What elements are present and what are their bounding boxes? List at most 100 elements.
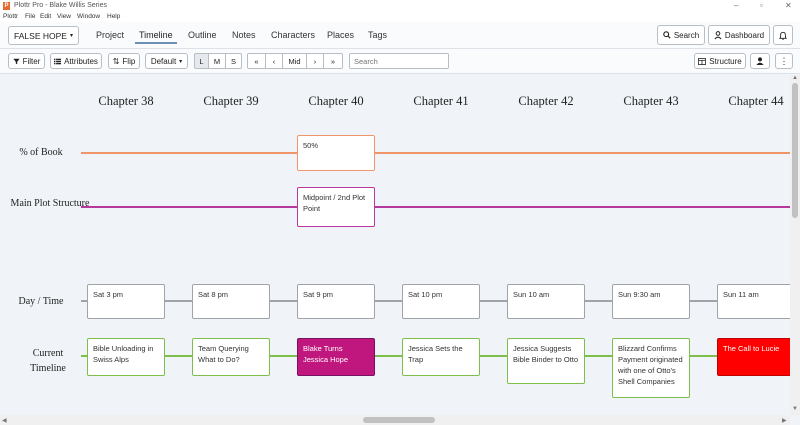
- tab-timeline[interactable]: Timeline: [135, 28, 177, 44]
- chevron-right-icon: ›: [313, 56, 317, 66]
- vertical-scroll-thumb[interactable]: [792, 83, 798, 218]
- tab-characters[interactable]: Characters: [267, 28, 319, 42]
- timeline-search-input[interactable]: [349, 53, 449, 69]
- menu-edit[interactable]: Edit: [40, 13, 51, 20]
- chapter-header[interactable]: Chapter 43: [606, 94, 696, 109]
- plot-point-card[interactable]: Midpoint / 2nd Plot Point: [297, 187, 375, 227]
- flip-button[interactable]: ⇅ Flip: [108, 53, 140, 69]
- person-icon: [756, 57, 764, 65]
- bell-icon: [779, 31, 787, 40]
- search-button-label: Search: [673, 30, 700, 40]
- size-small-button[interactable]: S: [226, 53, 242, 69]
- chapter-header[interactable]: Chapter 44: [711, 94, 790, 109]
- search-button[interactable]: Search: [657, 25, 705, 45]
- day-time-card[interactable]: Sat 10 pm: [402, 284, 480, 319]
- book-selector-dropdown[interactable]: FALSE HOPE ▾: [8, 26, 79, 45]
- scene-card[interactable]: Team Querying What to Do?: [192, 338, 270, 376]
- filter-button-label: Filter: [22, 56, 41, 66]
- scroll-start-button[interactable]: «: [247, 53, 266, 69]
- scene-card-red[interactable]: The Call to Lucie: [717, 338, 790, 376]
- row-label-main-plot-structure[interactable]: Main Plot Structure: [10, 197, 90, 211]
- menu-plottr[interactable]: Plottr: [3, 13, 18, 20]
- window-title: Plottr Pro - Blake Willis Series: [14, 2, 107, 9]
- day-time-card[interactable]: Sun 9:30 am: [612, 284, 690, 319]
- menu-view[interactable]: View: [57, 13, 71, 20]
- double-chevron-left-icon: «: [254, 56, 259, 66]
- title-bar: P Plottr Pro - Blake Willis Series – ▫ ✕: [0, 0, 800, 12]
- percent-card[interactable]: 50%: [297, 135, 375, 171]
- structure-button[interactable]: Structure: [694, 53, 746, 69]
- menu-window[interactable]: Window: [77, 13, 100, 20]
- attributes-button[interactable]: Attributes: [50, 53, 102, 69]
- default-view-dropdown[interactable]: Default ▾: [145, 53, 188, 69]
- attributes-button-label: Attributes: [64, 56, 98, 66]
- user-icon: [714, 30, 722, 39]
- row-label-day-time[interactable]: Day / Time: [0, 296, 82, 307]
- day-time-card[interactable]: Sat 9 pm: [297, 284, 375, 319]
- scroll-end-button[interactable]: »: [324, 53, 343, 69]
- close-icon[interactable]: ✕: [785, 1, 792, 10]
- search-icon: [663, 31, 671, 39]
- filter-button[interactable]: Filter: [8, 53, 45, 69]
- scroll-left-icon[interactable]: ◀: [2, 417, 7, 424]
- characters-toggle-button[interactable]: [750, 53, 770, 69]
- dashboard-button-label: Dashboard: [724, 30, 765, 40]
- chapter-header[interactable]: Chapter 41: [396, 94, 486, 109]
- horizontal-scrollbar[interactable]: ◀ ▶: [0, 415, 790, 425]
- size-large-button[interactable]: L: [194, 53, 209, 69]
- tab-outline[interactable]: Outline: [184, 28, 221, 42]
- more-options-button[interactable]: ⋮: [775, 53, 793, 69]
- tab-places[interactable]: Places: [323, 28, 358, 42]
- main-plot-line: [81, 206, 790, 208]
- scroll-mid-button[interactable]: Mid: [283, 53, 307, 69]
- day-time-card[interactable]: Sun 11 am: [717, 284, 790, 319]
- scroll-left-button[interactable]: ‹: [266, 53, 283, 69]
- scroll-right-button[interactable]: ›: [307, 53, 324, 69]
- double-chevron-right-icon: »: [330, 56, 336, 66]
- horizontal-scroll-thumb[interactable]: [363, 417, 435, 423]
- scene-card-highlighted[interactable]: Blake Turns Jessica Hope: [297, 338, 375, 376]
- day-time-card[interactable]: Sun 10 am: [507, 284, 585, 319]
- day-time-card[interactable]: Sat 3 pm: [87, 284, 165, 319]
- book-selector-label: FALSE HOPE: [14, 30, 67, 41]
- structure-icon: [698, 57, 707, 65]
- scroll-right-icon[interactable]: ▶: [782, 417, 787, 424]
- menu-file[interactable]: File: [25, 13, 35, 20]
- timeline-toolbar: Filter Attributes ⇅ Flip Default ▾ L M S…: [0, 49, 800, 74]
- scene-card[interactable]: Blizzard Confirms Payment originated wit…: [612, 338, 690, 398]
- scene-card[interactable]: Jessica Suggests Bible Binder to Otto: [507, 338, 585, 384]
- chevron-left-icon: ‹: [272, 56, 276, 66]
- dashboard-button[interactable]: Dashboard: [708, 25, 770, 45]
- day-time-card[interactable]: Sat 8 pm: [192, 284, 270, 319]
- default-view-label: Default: [150, 56, 177, 66]
- list-icon: [54, 58, 62, 64]
- maximize-icon[interactable]: ▫: [760, 1, 763, 10]
- chapter-header[interactable]: Chapter 42: [501, 94, 591, 109]
- row-label-percent-of-book[interactable]: % of Book: [0, 147, 82, 158]
- flip-button-label: Flip: [122, 56, 136, 66]
- vertical-scrollbar[interactable]: ▲ ▼: [790, 75, 800, 415]
- chapter-header[interactable]: Chapter 38: [81, 94, 171, 109]
- caret-down-icon: ▾: [179, 58, 183, 65]
- scroll-up-icon[interactable]: ▲: [792, 75, 798, 81]
- caret-down-icon: ▾: [69, 33, 73, 39]
- menu-help[interactable]: Help: [107, 13, 120, 20]
- notifications-button[interactable]: [773, 25, 793, 45]
- scene-card[interactable]: Bible Unloading in Swiss Alps: [87, 338, 165, 376]
- tab-project[interactable]: Project: [92, 28, 128, 42]
- percent-of-book-line: [81, 152, 790, 154]
- tab-notes[interactable]: Notes: [228, 28, 260, 42]
- nav-bar: FALSE HOPE ▾ Project Timeline Outline No…: [0, 22, 800, 49]
- scroll-down-icon[interactable]: ▼: [792, 406, 798, 412]
- chapter-header[interactable]: Chapter 40: [291, 94, 381, 109]
- flip-arrows-icon: ⇅: [112, 56, 120, 66]
- tab-tags[interactable]: Tags: [364, 28, 391, 42]
- filter-icon: [12, 58, 20, 64]
- menu-bar: Plottr File Edit View Window Help: [0, 12, 800, 22]
- chapter-header[interactable]: Chapter 39: [186, 94, 276, 109]
- kebab-menu-icon: ⋮: [779, 56, 789, 66]
- scene-card[interactable]: Jessica Sets the Trap: [402, 338, 480, 376]
- minimize-icon[interactable]: –: [734, 1, 738, 10]
- size-medium-button[interactable]: M: [209, 53, 226, 69]
- row-label-current-timeline[interactable]: Current Timeline: [18, 346, 78, 376]
